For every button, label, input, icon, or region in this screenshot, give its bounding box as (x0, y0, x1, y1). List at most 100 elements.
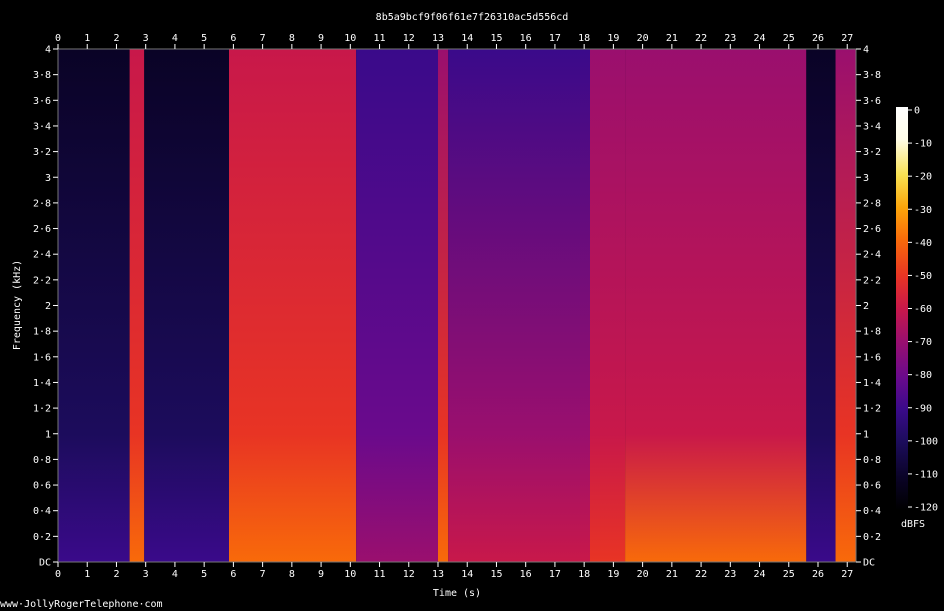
x-tick-label: 21 (666, 33, 678, 44)
y-tick-label: 3·4 (33, 121, 51, 132)
x-tick-label: 8 (289, 569, 295, 580)
x-tick-label: 15 (490, 33, 502, 44)
x-tick-label: 6 (230, 569, 236, 580)
colorbar-tick-label: -80 (914, 370, 932, 381)
x-tick-label: 7 (260, 33, 266, 44)
x-tick-label: 17 (549, 569, 561, 580)
x-tick-label: 24 (754, 569, 766, 580)
x-tick-label: 9 (318, 33, 324, 44)
colorbar-tick-label: -70 (914, 337, 932, 348)
y-axis-label: Frequency (kHz) (12, 260, 23, 350)
y-tick-label: 0·6 (33, 481, 51, 492)
y-tick-label: 0·6 (863, 481, 881, 492)
y-tick-label: 1·8 (863, 327, 881, 338)
x-tick-label: 26 (812, 569, 824, 580)
spectrogram-chart: 8b5a9bcf9f06f61e7f26310ac5d556cd 0123456… (0, 12, 938, 610)
spectrogram-segment (625, 49, 807, 562)
y-tick-label: DC (39, 558, 51, 569)
x-tick-label: 3 (143, 33, 149, 44)
x-tick-label: 6 (230, 33, 236, 44)
spectrogram-segment (806, 49, 836, 562)
watermark: www·JollyRogerTelephone·com (0, 599, 163, 610)
y-tick-label: 1·4 (863, 378, 881, 389)
y-tick-label: 2·2 (33, 275, 51, 286)
x-tick-label: 5 (201, 569, 207, 580)
y-tick-label: 1 (863, 429, 869, 440)
y-tick-label: 3 (45, 173, 51, 184)
y-tick-label: 1·6 (863, 352, 881, 363)
spectrogram-segment (438, 49, 449, 562)
x-tick-label: 3 (143, 569, 149, 580)
x-tick-label: 14 (461, 33, 473, 44)
x-tick-label: 11 (374, 569, 386, 580)
x-tick-label: 8 (289, 33, 295, 44)
x-tick-label: 10 (344, 569, 356, 580)
colorbar-tick-label: -120 (914, 503, 938, 514)
colorbar-tick-label: -100 (914, 436, 938, 447)
x-tick-label: 0 (55, 569, 61, 580)
y-tick-label: 1·2 (863, 404, 881, 415)
y-tick-label: 1 (45, 429, 51, 440)
x-tick-label: 2 (113, 33, 119, 44)
y-tick-label: 0·2 (863, 532, 881, 543)
x-tick-label: 4 (172, 569, 178, 580)
y-tick-label: 1·2 (33, 404, 51, 415)
x-tick-label: 0 (55, 33, 61, 44)
x-tick-label: 27 (841, 33, 853, 44)
y-tick-label: DC (863, 558, 875, 569)
y-tick-label: 2·8 (33, 198, 51, 209)
x-tick-label: 17 (549, 33, 561, 44)
x-tick-label: 18 (578, 33, 590, 44)
y-tick-label: 0·2 (33, 532, 51, 543)
spectrogram-segment (356, 49, 438, 562)
spectrogram-segment (229, 49, 357, 562)
x-tick-label: 2 (113, 569, 119, 580)
colorbar-tick-label: -50 (914, 271, 932, 282)
x-tick-label: 23 (724, 569, 736, 580)
colorbar-tick-label: -40 (914, 238, 932, 249)
x-axis-label: Time (s) (433, 588, 481, 599)
x-tick-label: 20 (637, 569, 649, 580)
x-tick-label: 22 (695, 33, 707, 44)
y-tick-label: 1·4 (33, 378, 51, 389)
x-tick-label: 20 (637, 33, 649, 44)
x-tick-label: 10 (344, 33, 356, 44)
y-tick-label: 3·8 (863, 70, 881, 81)
y-tick-label: 2·8 (863, 198, 881, 209)
y-tick-label: 3·4 (863, 121, 881, 132)
x-tick-label: 25 (783, 33, 795, 44)
colorbar-tick-label: 0 (914, 106, 920, 117)
y-tick-label: 2 (863, 301, 869, 312)
y-tick-label: 3·8 (33, 70, 51, 81)
colorbar-scale (896, 107, 908, 510)
colorbar-tick-label: -110 (914, 469, 938, 480)
colorbar-tick-label: -90 (914, 403, 932, 414)
x-tick-label: 24 (754, 33, 766, 44)
x-tick-label: 15 (490, 569, 502, 580)
x-tick-label: 7 (260, 569, 266, 580)
y-tick-label: 4 (863, 45, 869, 56)
spectrogram-segment (590, 49, 626, 562)
colorbar-tick-label: -30 (914, 205, 932, 216)
x-tick-label: 1 (84, 569, 90, 580)
x-tick-label: 26 (812, 33, 824, 44)
y-tick-label: 2·6 (33, 224, 51, 235)
y-tick-label: 0·8 (33, 455, 51, 466)
y-tick-label: 1·6 (33, 352, 51, 363)
y-tick-label: 0·4 (863, 506, 881, 517)
x-tick-label: 22 (695, 569, 707, 580)
x-tick-label: 19 (607, 33, 619, 44)
x-tick-label: 1 (84, 33, 90, 44)
x-tick-label: 27 (841, 569, 853, 580)
colorbar-tick-label: -60 (914, 304, 932, 315)
x-tick-label: 21 (666, 569, 678, 580)
colorbar-tick-label: -10 (914, 139, 932, 150)
spectrogram-plot-area (57, 48, 857, 563)
spectrogram-segment (448, 49, 590, 562)
colorbar-label: dBFS (901, 519, 925, 530)
y-tick-label: 2·2 (863, 275, 881, 286)
y-tick-label: 3·2 (863, 147, 881, 158)
y-tick-label: 3·6 (863, 96, 881, 107)
colorbar: 0 -10 -20 -30 -40 -50 -60 -70 -80 -90 -100 -110 -120… (896, 106, 938, 530)
colorbar-tick-label: -20 (914, 172, 932, 183)
